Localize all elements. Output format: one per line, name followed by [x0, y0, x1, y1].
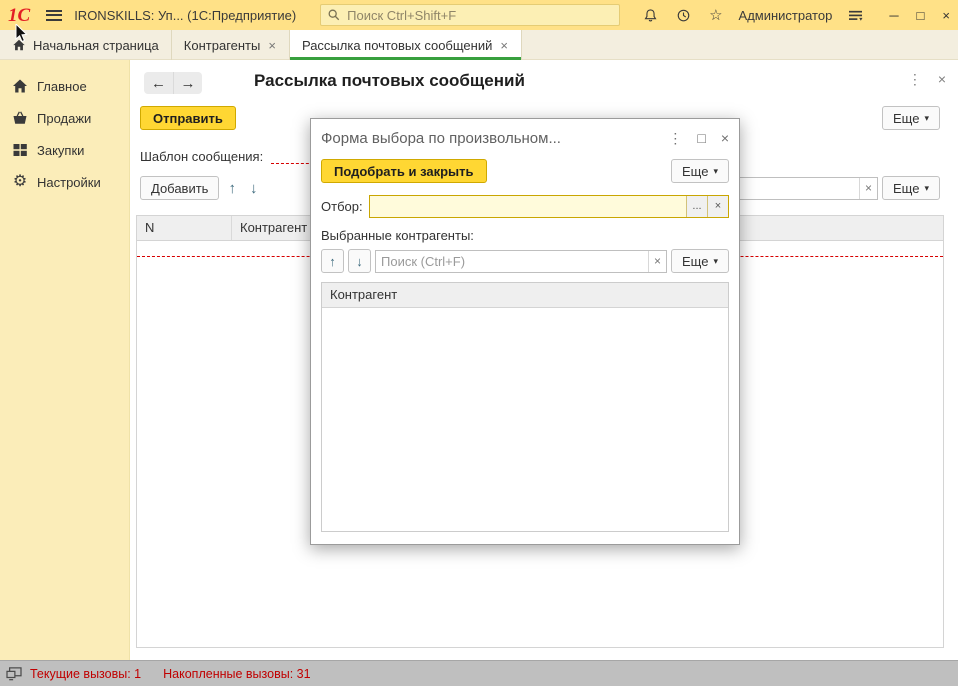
sidebar-item-label: Настройки: [37, 175, 101, 190]
filter-field[interactable]: ... ×: [369, 195, 729, 218]
chevron-down-icon: ▾: [713, 256, 718, 267]
search-clear-icon[interactable]: ×: [859, 178, 877, 199]
form-corner-controls: ⋮ ×: [908, 72, 946, 86]
dialog-close-icon[interactable]: ×: [721, 131, 729, 145]
more-label: Еще: [682, 254, 708, 269]
tab-label: Начальная страница: [33, 38, 159, 53]
sidebar-item-sales[interactable]: Продажи: [0, 102, 129, 134]
app-window: 1С IRONSKILLS: Уп... (1С:Предприятие): [0, 0, 958, 686]
history-clock-icon[interactable]: [674, 6, 693, 25]
more-button-list[interactable]: Еще ▾: [882, 176, 940, 200]
current-user[interactable]: Администратор: [739, 8, 833, 23]
more-button-dialog[interactable]: Еще ▾: [671, 159, 729, 183]
more-button-main[interactable]: Еще ▾: [882, 106, 940, 130]
more-label: Еще: [682, 164, 708, 179]
window-minimize-icon[interactable]: ─: [889, 9, 898, 22]
selection-dialog: Форма выбора по произвольном... ⋮ □ × По…: [310, 118, 740, 545]
selected-counterparties-table: Контрагент: [321, 282, 729, 532]
sidebar-item-label: Главное: [37, 79, 87, 94]
status-bar: Текущие вызовы: 1 Накопленные вызовы: 31: [0, 660, 958, 686]
dialog-maximize-icon[interactable]: □: [697, 131, 705, 145]
main-menu-icon[interactable]: [44, 5, 64, 25]
current-calls-counter: Текущие вызовы: 1: [30, 667, 141, 681]
home-icon: [12, 78, 28, 94]
history-nav: ← →: [144, 72, 202, 94]
dialog-window-controls: ⋮ □ ×: [668, 131, 729, 145]
global-search[interactable]: [320, 4, 620, 26]
table-body[interactable]: [322, 308, 728, 531]
window-close-icon[interactable]: ×: [942, 9, 950, 22]
search-icon: [327, 8, 341, 22]
sections-panel: Главное Продажи Закупки ⚙ Настройки: [0, 60, 130, 660]
filter-browse-icon[interactable]: ...: [686, 196, 707, 217]
move-down-icon[interactable]: ↓: [348, 249, 371, 273]
basket-icon: [12, 110, 28, 126]
star-glyph: ☆: [709, 8, 722, 23]
dialog-search-input[interactable]: [376, 254, 648, 269]
window-maximize-icon[interactable]: □: [917, 9, 925, 22]
performance-monitor-icon[interactable]: [6, 667, 22, 681]
back-button[interactable]: ←: [144, 72, 173, 94]
dialog-list-toolbar: ↑ ↓ × Еще ▾: [321, 249, 729, 273]
sidebar-item-settings[interactable]: ⚙ Настройки: [0, 166, 129, 198]
1c-logo: 1С: [8, 6, 30, 25]
window-title: IRONSKILLS: Уп... (1С:Предприятие): [74, 8, 296, 23]
form-menu-kebab-icon[interactable]: ⋮: [908, 72, 922, 86]
dialog-toolbar: Подобрать и закрыть Еще ▾: [321, 159, 729, 183]
user-menu-icon[interactable]: [846, 7, 865, 24]
sidebar-item-label: Закупки: [37, 143, 84, 158]
boxes-icon: [12, 142, 28, 158]
filter-input[interactable]: [370, 199, 686, 214]
column-header-n[interactable]: N: [137, 216, 232, 240]
global-search-input[interactable]: [347, 8, 613, 23]
open-windows-tabbar: Начальная страница Контрагенты × Рассылк…: [0, 30, 958, 60]
home-icon: [12, 38, 26, 52]
tab-close-icon[interactable]: ×: [267, 38, 277, 53]
sidebar-item-label: Продажи: [37, 111, 91, 126]
selected-counterparties-label: Выбранные контрагенты:: [321, 228, 729, 243]
chevron-down-icon: ▾: [924, 183, 929, 194]
add-button[interactable]: Добавить: [140, 176, 219, 200]
move-down-icon[interactable]: ↓: [245, 179, 263, 198]
dialog-titlebar: Форма выбора по произвольном... ⋮ □ ×: [321, 119, 729, 157]
dialog-menu-kebab-icon[interactable]: ⋮: [668, 131, 682, 145]
table-header: Контрагент: [322, 283, 728, 308]
tab-label: Контрагенты: [184, 38, 261, 53]
window-controls: ─ □ ×: [889, 9, 950, 22]
filter-label: Отбор:: [321, 199, 363, 214]
sidebar-item-purchases[interactable]: Закупки: [0, 134, 129, 166]
notifications-bell-icon[interactable]: [641, 6, 660, 25]
move-up-icon[interactable]: ↑: [223, 179, 241, 198]
filter-clear-icon[interactable]: ×: [707, 196, 728, 217]
more-label: Еще: [893, 181, 919, 196]
page-title: Рассылка почтовых сообщений: [254, 71, 525, 91]
tab-counterparties[interactable]: Контрагенты ×: [172, 30, 290, 60]
tab-close-icon[interactable]: ×: [499, 38, 509, 53]
filter-row: Отбор: ... ×: [321, 195, 729, 218]
forward-button[interactable]: →: [173, 72, 202, 94]
tab-home[interactable]: Начальная страница: [0, 30, 172, 60]
chevron-down-icon: ▾: [713, 166, 718, 177]
more-button-dialog-list[interactable]: Еще ▾: [671, 249, 729, 273]
column-header-counterparty[interactable]: Контрагент: [322, 283, 728, 307]
chevron-down-icon: ▾: [924, 113, 929, 124]
dialog-search-field[interactable]: ×: [375, 250, 667, 273]
tab-mail-distribution[interactable]: Рассылка почтовых сообщений ×: [290, 30, 522, 60]
template-label: Шаблон сообщения:: [140, 149, 263, 164]
window-titlebar: 1С IRONSKILLS: Уп... (1С:Предприятие): [0, 0, 958, 30]
search-clear-icon[interactable]: ×: [648, 251, 666, 272]
tab-label: Рассылка почтовых сообщений: [302, 38, 492, 53]
move-up-icon[interactable]: ↑: [321, 249, 344, 273]
titlebar-tools: ☆ Администратор ─ □ ×: [641, 6, 950, 25]
sidebar-item-main[interactable]: Главное: [0, 70, 129, 102]
dialog-title: Форма выбора по произвольном...: [321, 130, 561, 147]
favorites-star-icon[interactable]: ☆: [707, 6, 724, 25]
more-label: Еще: [893, 111, 919, 126]
form-close-icon[interactable]: ×: [938, 72, 946, 86]
send-button[interactable]: Отправить: [140, 106, 236, 130]
gear-icon: ⚙: [12, 174, 28, 190]
pick-and-close-button[interactable]: Подобрать и закрыть: [321, 159, 487, 183]
accumulated-calls-counter: Накопленные вызовы: 31: [163, 667, 310, 681]
